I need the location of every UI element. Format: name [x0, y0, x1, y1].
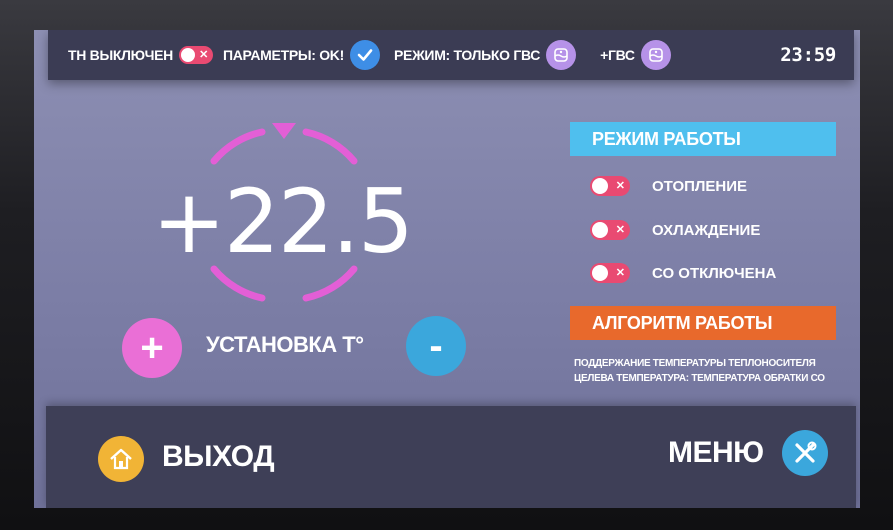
heat-pump-status-label: ТН ВЫКЛЮЧЕН	[68, 47, 173, 63]
water-tank-icon[interactable]	[546, 40, 577, 70]
tools-icon[interactable]	[782, 430, 828, 476]
toggle-off-icon: ✕	[199, 49, 208, 61]
heating-label: ОТОПЛЕНИЕ	[652, 177, 748, 195]
dial-arc	[210, 128, 266, 165]
params-status-label: ПАРАМЕТРЫ: OK!	[222, 47, 344, 63]
toggle-knob	[592, 178, 608, 194]
params-status: ПАРАМЕТРЫ: OK!	[223, 40, 380, 70]
check-icon[interactable]	[350, 40, 380, 70]
cooling-label: ОХЛАЖДЕНИЕ	[652, 221, 761, 239]
decrease-setpoint-button[interactable]: -	[406, 316, 466, 376]
dial-pointer-icon	[272, 123, 296, 139]
bottom-bar: ВЫХОД МЕНЮ	[46, 406, 856, 508]
dial-arc	[302, 265, 358, 302]
algorithm-line: ПОДДЕРЖАНИЕ ТЕМПЕРАТУРЫ ТЕПЛОНОСИТЕЛЯ	[574, 358, 816, 369]
status-bar: ТН ВЫКЛЮЧЕН ✕ ПАРАМЕТРЫ: OK! РЕЖИМ: ТОЛЬ…	[48, 30, 854, 80]
plus-icon: +	[140, 325, 164, 370]
screen: ТН ВЫКЛЮЧЕН ✕ ПАРАМЕТРЫ: OK! РЕЖИМ: ТОЛЬ…	[34, 30, 860, 508]
dhw-status-label: +ГВС	[600, 47, 635, 63]
minus-icon: -	[429, 323, 443, 368]
heating-system-toggle[interactable]: ✕	[590, 263, 630, 283]
mode-status: РЕЖИМ: ТОЛЬКО ГВС	[394, 40, 577, 70]
menu-button[interactable]: МЕНЮ	[668, 436, 764, 470]
toggle-knob	[180, 48, 195, 62]
cooling-toggle[interactable]: ✕	[590, 220, 630, 240]
toggle-off-icon: ✕	[615, 224, 625, 236]
home-icon[interactable]	[98, 436, 144, 482]
exit-button[interactable]: ВЫХОД	[162, 440, 275, 474]
toggle-off-icon: ✕	[615, 180, 625, 192]
toggle-off-icon: ✕	[615, 267, 625, 279]
dial-arc	[210, 265, 266, 302]
operating-mode-header: РЕЖИМ РАБОТЫ	[570, 122, 836, 156]
mode-row-cooling: ✕ ОХЛАЖДЕНИЕ	[590, 220, 760, 240]
heat-pump-status: ТН ВЫКЛЮЧЕН ✕	[68, 46, 213, 64]
dhw-status: +ГВС	[600, 40, 671, 70]
setpoint-label: УСТАНОВКА Т°	[206, 332, 364, 357]
algorithm-header[interactable]: АЛГОРИТМ РАБОТЫ	[570, 306, 836, 340]
toggle-knob	[592, 222, 608, 238]
setpoint-value: +22.5	[152, 170, 414, 273]
clock: 23:59	[780, 44, 836, 66]
toggle-knob	[592, 265, 608, 281]
heating-system-label: СО ОТКЛЮЧЕНА	[652, 264, 777, 282]
increase-setpoint-button[interactable]: +	[122, 318, 182, 378]
mode-status-label: РЕЖИМ: ТОЛЬКО ГВС	[394, 47, 541, 63]
water-tank-icon[interactable]	[640, 40, 671, 70]
heat-pump-toggle[interactable]: ✕	[178, 46, 213, 64]
algorithm-description: ПОДДЕРЖАНИЕ ТЕМПЕРАТУРЫ ТЕПЛОНОСИТЕЛЯ ЦЕ…	[574, 356, 825, 386]
mode-row-heating: ✕ ОТОПЛЕНИЕ	[590, 176, 747, 196]
dial-arc	[302, 128, 358, 165]
algorithm-line: ЦЕЛЕВА ТЕМПЕРАТУРА: ТЕМПЕРАТУРА ОБРАТКИ …	[574, 373, 825, 384]
heating-toggle[interactable]: ✕	[590, 176, 630, 196]
mode-row-heating-system: ✕ СО ОТКЛЮЧЕНА	[590, 263, 776, 283]
